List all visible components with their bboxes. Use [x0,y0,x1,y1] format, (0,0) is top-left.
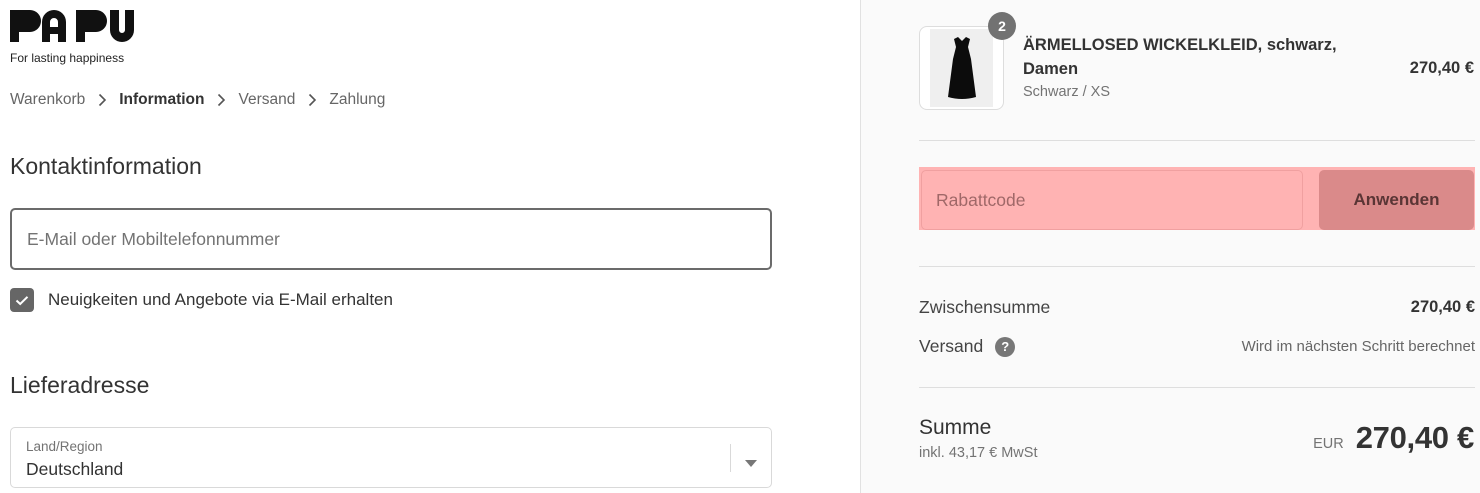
chevron-right-icon [295,93,329,107]
product-thumbnail [919,26,1004,110]
shipping-label: Versand [919,336,984,356]
breadcrumb-information: Information [119,91,205,108]
breadcrumb: Warenkorb Information Versand Zahlung [10,91,385,109]
country-select[interactable]: Land/Region Deutschland [10,427,772,488]
divider [919,387,1475,388]
tax-note: inkl. 43,17 € MwSt [919,445,1038,461]
subtotal-value: 270,40 € [1410,298,1475,316]
checkout-main: For lasting happiness Warenkorb Informat… [0,0,860,493]
dress-image [930,29,993,107]
contact-section-title: Kontaktinformation [10,153,202,179]
chevron-right-icon [85,93,119,107]
breadcrumb-payment: Zahlung [329,91,386,108]
breadcrumb-cart[interactable]: Warenkorb [10,91,85,109]
discount-code-input[interactable] [922,171,1302,229]
help-icon[interactable]: ? [995,336,1016,357]
quantity-badge: 2 [988,12,1016,40]
product-price: 270,40 € [1409,59,1474,77]
divider [919,140,1475,141]
shipping-value: Wird im nächsten Schritt berechnet [1241,338,1475,355]
brand-tagline: For lasting happiness [10,51,125,65]
chevron-right-icon [204,93,238,107]
shipping-address-title: Lieferadresse [10,372,150,398]
country-value: Deutschland [26,459,124,479]
newsletter-option[interactable]: Neuigkeiten und Angebote via E-Mail erha… [10,288,393,312]
shipping-row: Versand ? Wird im nächsten Schritt berec… [919,336,1475,357]
email-field[interactable] [10,208,772,270]
country-label: Land/Region [26,439,103,454]
subtotal-row: Zwischensumme 270,40 € [919,297,1475,318]
discount-code-field[interactable] [921,170,1303,230]
apply-discount-button[interactable]: Anwenden [1319,170,1474,230]
newsletter-checkbox[interactable] [10,288,34,312]
breadcrumb-shipping: Versand [238,91,296,108]
currency-code: EUR [1313,436,1344,452]
total-label: Summe [919,416,992,439]
subtotal-label: Zwischensumme [919,297,1051,317]
checkmark-icon [15,295,29,305]
total-amount-group: EUR 270,40 € [1313,420,1474,456]
product-name: ÄRMELLOSED WICKELKLEID, schwarz, Damen [1023,36,1337,78]
divider [919,266,1475,267]
chevron-down-icon [745,454,757,472]
email-input[interactable] [12,210,770,268]
product-variant: Schwarz / XS [1023,84,1111,100]
total-amount: 270,40 € [1355,420,1475,455]
select-divider [730,444,731,472]
order-summary: 2 ÄRMELLOSED WICKELKLEID, schwarz, Damen… [860,0,1480,493]
newsletter-label: Neuigkeiten und Angebote via E-Mail erha… [48,290,393,309]
shipping-label-group: Versand ? [919,336,1016,357]
